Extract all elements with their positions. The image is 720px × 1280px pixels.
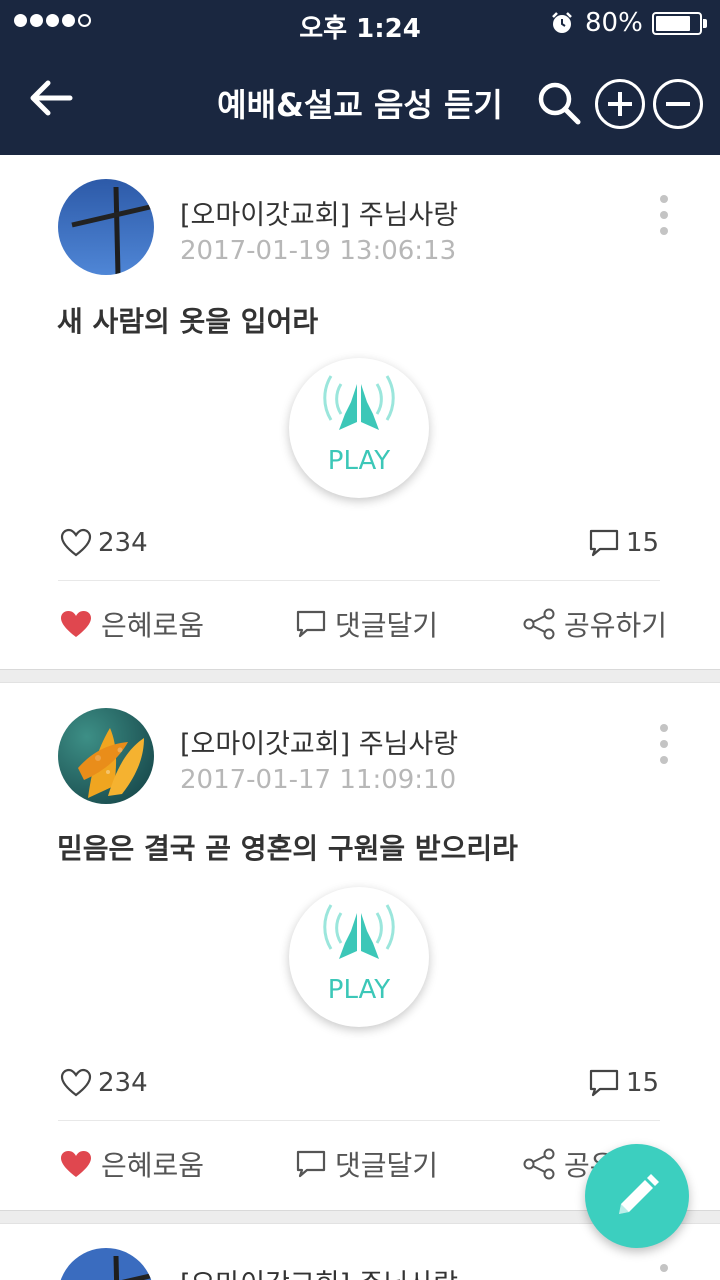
heart-outline-icon	[60, 528, 92, 557]
praying-hands-icon	[323, 375, 395, 430]
grace-button[interactable]: 은혜로움	[59, 604, 204, 644]
comment-icon	[296, 1150, 326, 1178]
comment-label: 댓글달기	[335, 1149, 439, 1182]
play-button[interactable]: PLAY	[289, 887, 429, 1027]
comment-count-value: 15	[626, 1068, 660, 1098]
share-icon	[523, 608, 555, 640]
avatar[interactable]	[58, 1248, 154, 1280]
comment-outline-icon	[589, 1069, 619, 1097]
post-card: [오마이갓교회] 주님사랑 2017-01-19 13:06:13 새 사람의 …	[0, 155, 720, 669]
like-count[interactable]: 234	[60, 528, 148, 558]
post-title: 새 사람의 옷을 입어라	[57, 305, 319, 338]
post-author: [오마이갓교회] 주님사랑	[180, 200, 459, 231]
card-separator	[0, 669, 720, 683]
comment-label: 댓글달기	[335, 609, 439, 642]
pencil-icon	[619, 1174, 659, 1214]
heart-filled-icon	[61, 611, 91, 637]
share-button[interactable]: 공유하기	[522, 604, 667, 644]
search-icon	[538, 82, 581, 125]
grace-label: 은혜로움	[101, 609, 205, 642]
write-post-button[interactable]	[585, 1144, 689, 1248]
play-label: PLAY	[327, 975, 391, 1005]
more-options-button[interactable]	[652, 191, 676, 241]
share-label: 공유하기	[564, 609, 668, 642]
comment-count[interactable]: 15	[588, 528, 659, 558]
post-author: [오마이갓교회] 주님사랑	[180, 1262, 458, 1280]
divider	[58, 1120, 660, 1121]
comment-count-value: 15	[626, 528, 660, 558]
play-button[interactable]: PLAY	[289, 358, 429, 498]
page-title: 예배&설교 음성 듣기	[217, 86, 503, 124]
comment-icon	[296, 610, 326, 638]
post-date: 2017-01-17 11:09:10	[180, 765, 457, 795]
status-bar: 오후 1:24 80%	[0, 0, 720, 46]
more-options-button[interactable]	[652, 720, 676, 770]
write-comment-button[interactable]: 댓글달기	[295, 604, 438, 644]
alarm-icon	[552, 12, 572, 33]
app-header: 오후 1:24 80% 예배&설교 음성 듣기	[0, 0, 720, 155]
arrow-left-icon	[30, 80, 73, 116]
divider	[58, 580, 660, 581]
like-count-value: 234	[98, 528, 148, 558]
post-card: [오마이갓교회] 주님사랑 2017-01-17 11:09:10 믿음은 결국…	[0, 684, 720, 1210]
post-author: [오마이갓교회] 주님사랑	[180, 729, 459, 760]
battery-icon	[652, 12, 702, 35]
grace-label: 은혜로움	[101, 1149, 205, 1182]
share-icon	[523, 1148, 555, 1180]
comment-outline-icon	[589, 529, 619, 557]
like-count-value: 234	[98, 1068, 148, 1098]
post-title: 믿음은 결국 곧 영혼의 구원을 받으리라	[57, 832, 518, 865]
play-label: PLAY	[327, 446, 391, 476]
praying-hands-icon	[323, 904, 395, 959]
grace-button[interactable]: 은혜로움	[59, 1144, 204, 1184]
zoom-in-button[interactable]	[595, 79, 645, 129]
heart-outline-icon	[60, 1068, 92, 1097]
battery-percentage: 80%	[585, 8, 643, 38]
search-button[interactable]	[536, 80, 582, 126]
minus-icon	[666, 102, 690, 106]
avatar[interactable]	[58, 179, 154, 275]
more-options-button[interactable]	[652, 1260, 676, 1280]
avatar[interactable]	[58, 708, 154, 804]
like-count[interactable]: 234	[60, 1068, 148, 1098]
write-comment-button[interactable]: 댓글달기	[295, 1144, 438, 1184]
post-date: 2017-01-19 13:06:13	[180, 236, 457, 266]
comment-count[interactable]: 15	[588, 1068, 659, 1098]
zoom-out-button[interactable]	[653, 79, 703, 129]
back-button[interactable]	[26, 74, 78, 122]
heart-filled-icon	[61, 1151, 91, 1177]
